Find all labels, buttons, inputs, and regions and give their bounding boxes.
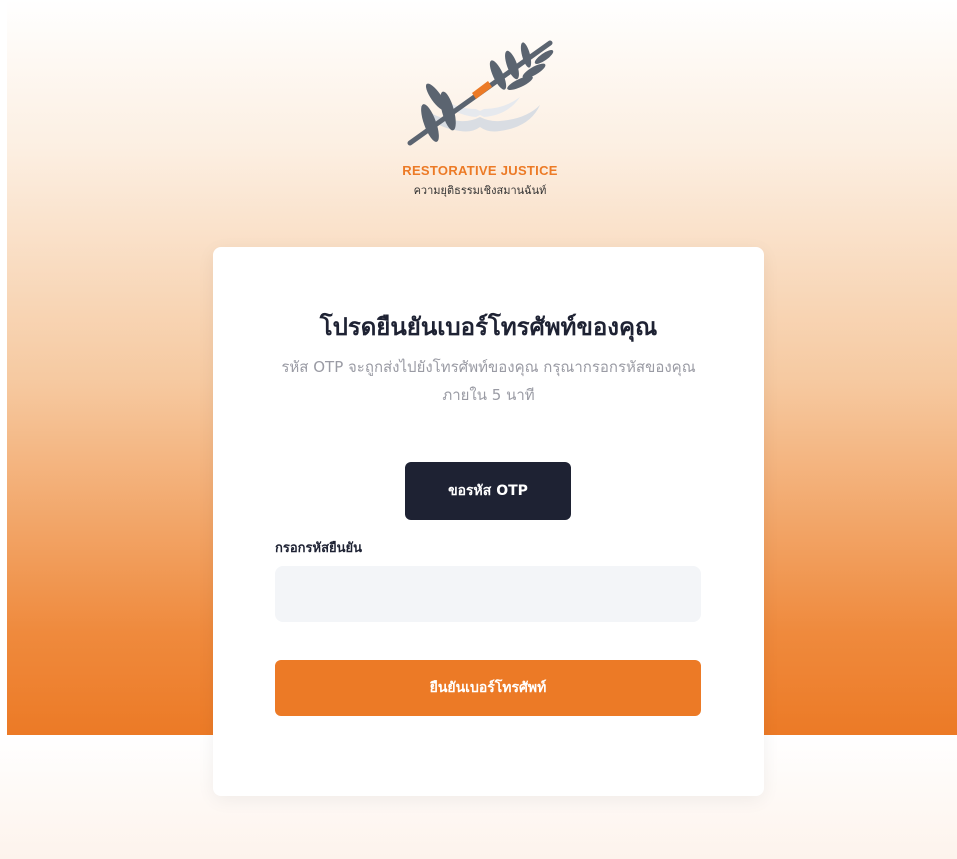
instruction-text: รหัส OTP จะถูกส่งไปยังโทรศัพท์ของคุณ กรุ…	[281, 358, 696, 404]
confirm-phone-button[interactable]: ยืนยันเบอร์โทรศัพท์	[275, 660, 701, 716]
otp-code-input[interactable]	[275, 566, 701, 622]
brand-name-en: RESTORATIVE JUSTICE	[402, 163, 558, 178]
verification-card: โปรดยืนยันเบอร์โทรศัพท์ของคุณ รหัส OTP จ…	[213, 247, 764, 796]
brand-name-th: ความยุติธรรมเชิงสมานฉันท์	[413, 184, 547, 197]
request-otp-button[interactable]: ขอรหัส OTP	[405, 462, 571, 520]
olive-branch-icon	[407, 40, 554, 146]
otp-code-label: กรอกรหัสยืนยัน	[275, 541, 363, 556]
brand-logo: RESTORATIVE JUSTICE ความยุติธรรมเชิงสมาน…	[380, 35, 580, 210]
page-title: โปรดยืนยันเบอร์โทรศัพท์ของคุณ	[319, 313, 658, 341]
background-edge	[0, 0, 7, 735]
